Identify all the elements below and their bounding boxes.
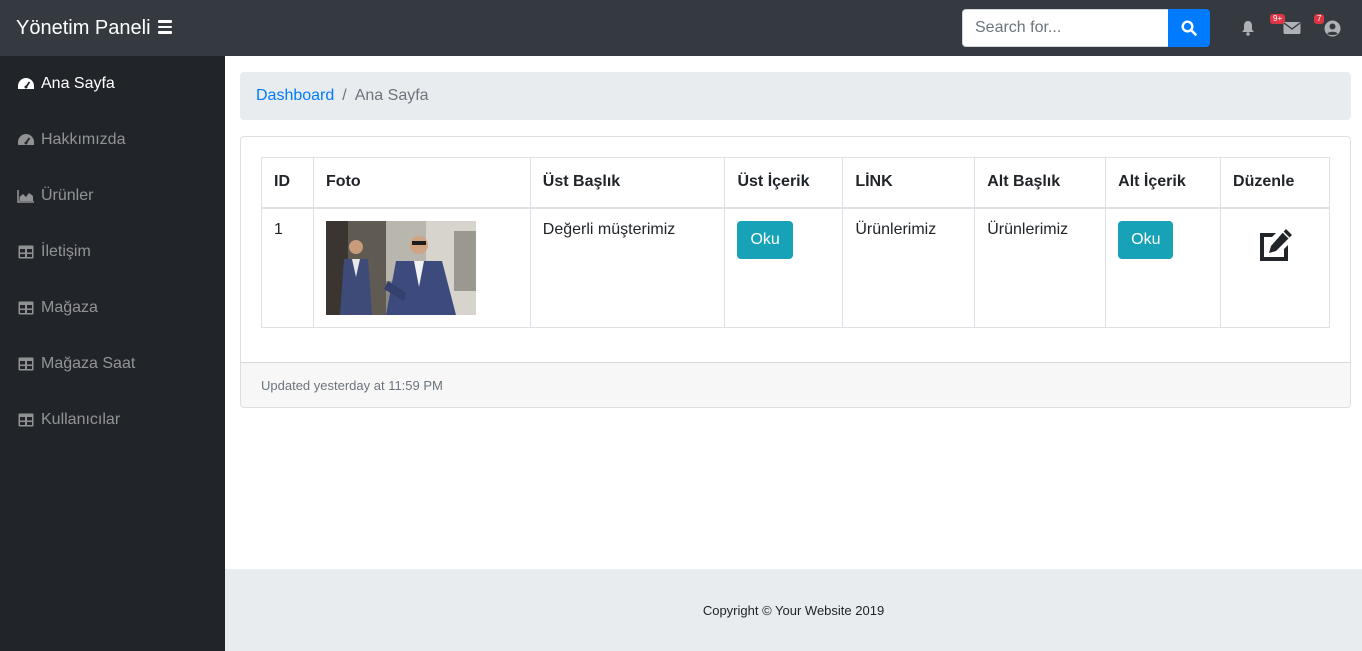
bell-icon [1242, 21, 1254, 36]
sidebar-item-label: Hakkımızda [41, 131, 126, 148]
breadcrumb-link-dashboard[interactable]: Dashboard [256, 87, 334, 105]
sidebar-item-ana-sayfa[interactable]: Ana Sayfa [0, 56, 225, 112]
sidebar: Ana Sayfa Hakkımızda Ürünler İletişim Ma… [0, 56, 225, 651]
sidebar-item-label: Mağaza [41, 299, 98, 316]
table-icon [17, 412, 35, 428]
sidebar-item-urunler[interactable]: Ürünler [0, 168, 225, 224]
card-footer-updated: Updated yesterday at 11:59 PM [241, 362, 1350, 407]
sidebar-item-magaza-saat[interactable]: Mağaza Saat [0, 336, 225, 392]
column-header-ust-baslik: Üst Başlık [529, 157, 726, 209]
column-header-duzenle: Düzenle [1220, 157, 1330, 209]
cell-link: Ürünlerimiz [842, 207, 976, 328]
search-form [962, 9, 1210, 47]
search-input[interactable] [962, 9, 1168, 47]
sidebar-item-magaza[interactable]: Mağaza [0, 280, 225, 336]
search-icon [1181, 20, 1197, 36]
cell-alt-icerik: Oku [1105, 207, 1222, 328]
column-header-ust-icerik: Üst İçerik [724, 157, 844, 209]
cell-alt-baslik: Ürünlerimiz [974, 207, 1107, 328]
column-header-alt-baslik: Alt Başlık [974, 157, 1107, 209]
sidebar-item-label: İletişim [41, 243, 91, 260]
column-header-link: LİNK [842, 157, 976, 209]
cell-ust-baslik: Değerli müşterimiz [529, 207, 726, 328]
table-row: 1 Değerli müşterimiz Oku Ürünlerimiz Ürü… [261, 207, 1330, 328]
sidebar-item-label: Mağaza Saat [41, 355, 136, 372]
sidebar-item-label: Kullanıcılar [41, 411, 121, 428]
slide-photo[interactable] [325, 220, 476, 315]
sidebar-item-iletisim[interactable]: İletişim [0, 224, 225, 280]
sidebar-item-label: Ana Sayfa [41, 75, 115, 92]
page-footer: Copyright © Your Website 2019 [225, 569, 1362, 651]
sidebar-item-hakkimizda[interactable]: Hakkımızda [0, 112, 225, 168]
user-circle-icon [1324, 20, 1340, 36]
content-card: ID Foto Üst Başlık Üst İçerik LİNK Alt B… [240, 136, 1351, 408]
search-button[interactable] [1168, 9, 1210, 47]
column-header-foto: Foto [312, 157, 531, 209]
cell-photo [312, 207, 531, 328]
breadcrumb: Dashboard / Ana Sayfa [240, 72, 1351, 120]
menu-toggle-icon[interactable] [158, 20, 172, 34]
sidebar-item-kullanicilar[interactable]: Kullanıcılar [0, 392, 225, 448]
table-icon [17, 244, 35, 260]
data-table: ID Foto Üst Başlık Üst İçerik LİNK Alt B… [261, 157, 1330, 328]
cell-id: 1 [261, 207, 314, 328]
table-header-row: ID Foto Üst Başlık Üst İçerik LİNK Alt B… [261, 157, 1330, 209]
tachometer-icon [17, 132, 35, 148]
ust-icerik-oku-button[interactable]: Oku [737, 220, 793, 259]
brand-title[interactable]: Yönetim Paneli [16, 17, 151, 40]
table-icon [17, 300, 35, 316]
edit-icon[interactable] [1256, 227, 1294, 261]
alt-icerik-oku-button[interactable]: Oku [1118, 220, 1174, 259]
column-header-alt-icerik: Alt İçerik [1105, 157, 1222, 209]
sidebar-item-label: Ürünler [41, 187, 94, 204]
breadcrumb-separator: / [342, 87, 347, 104]
area-chart-icon [17, 188, 35, 204]
messages-button[interactable] [1282, 18, 1302, 38]
top-navbar: Yönetim Paneli 9+ 7 [0, 0, 1362, 56]
user-menu-button[interactable] [1322, 18, 1342, 38]
cell-duzenle [1220, 207, 1330, 328]
column-header-id: ID [261, 157, 314, 209]
tachometer-icon [17, 76, 35, 92]
table-icon [17, 356, 35, 372]
breadcrumb-current: Ana Sayfa [354, 87, 429, 104]
cell-ust-icerik: Oku [724, 207, 844, 328]
copyright-text: Copyright © Your Website 2019 [702, 602, 885, 618]
envelope-icon [1283, 22, 1301, 34]
alerts-button[interactable] [1238, 18, 1258, 38]
